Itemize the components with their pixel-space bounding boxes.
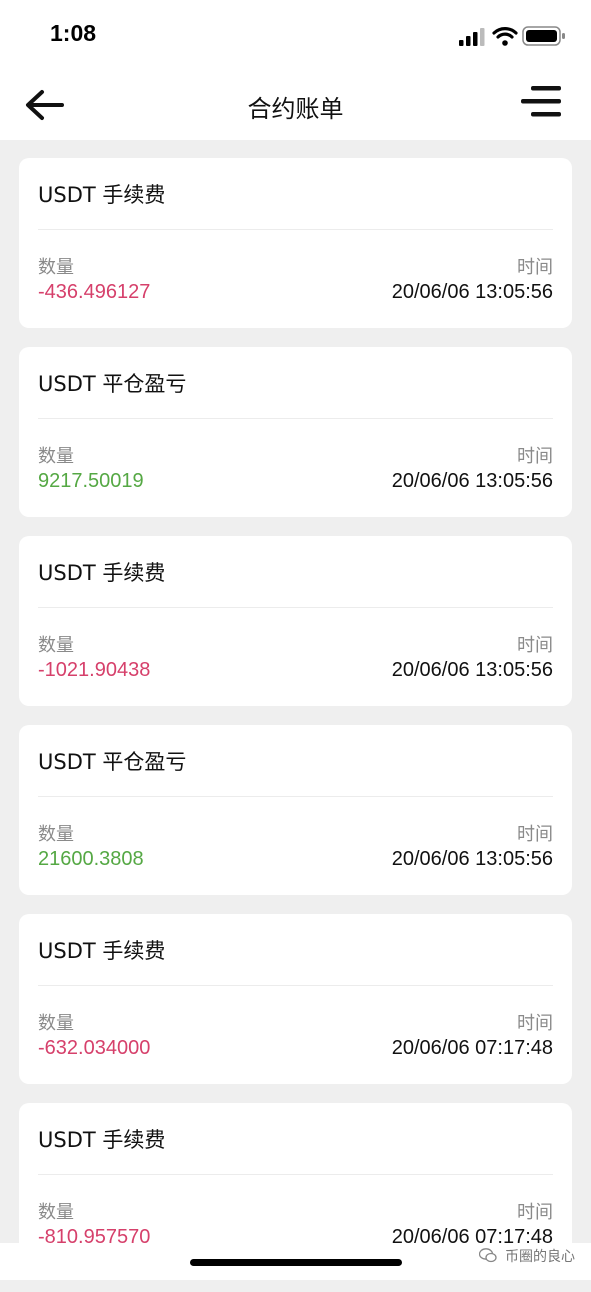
status-time: 1:08 (50, 20, 97, 46)
amount-label: 数量 (38, 824, 74, 845)
time-value: 20/06/06 13:05:56 (391, 848, 553, 870)
divider (38, 229, 553, 230)
bill-title: USDT 手续费 (38, 1128, 166, 1152)
bill-list: USDT 手续费 数量 时间 -436.496127 20/06/06 13:05:56… (19, 158, 572, 1292)
amount-value: -632.034000 (38, 1037, 151, 1059)
time-label: 时间 (517, 1013, 553, 1034)
battery-icon (522, 26, 565, 46)
divider (38, 796, 553, 797)
bill-card[interactable]: USDT 手续费 数量 时间 -1021.90438 20/06/06 13:05:56 (19, 536, 572, 706)
amount-value: -1021.90438 (38, 659, 151, 681)
amount-value: 9217.50019 (38, 470, 144, 492)
amount-label: 数量 (38, 1013, 74, 1034)
wechat-icon (478, 1247, 497, 1267)
bill-card[interactable]: USDT 手续费 数量 时间 -632.034000 20/06/06 07:17:48 (19, 914, 572, 1084)
amount-label: 数量 (38, 1202, 74, 1223)
divider (38, 1174, 553, 1175)
watermark: 币圈的良心 (478, 1246, 575, 1267)
amount-label: 数量 (38, 257, 74, 278)
wifi-icon (492, 27, 518, 46)
bill-title: USDT 手续费 (38, 561, 166, 585)
bill-title: USDT 平仓盈亏 (38, 372, 187, 396)
amount-label: 数量 (38, 635, 74, 656)
signal-icon (459, 28, 485, 46)
amount-label: 数量 (38, 446, 74, 467)
bill-title: USDT 手续费 (38, 183, 166, 207)
time-value: 20/06/06 13:05:56 (391, 281, 553, 303)
time-value: 20/06/06 13:05:56 (391, 659, 553, 681)
home-indicator[interactable] (190, 1259, 402, 1266)
menu-icon (521, 86, 561, 117)
status-icons (459, 24, 569, 50)
time-label: 时间 (517, 446, 553, 467)
time-label: 时间 (517, 1202, 553, 1223)
menu-button[interactable] (519, 80, 565, 126)
divider (38, 418, 553, 419)
time-label: 时间 (517, 824, 553, 845)
bill-card[interactable]: USDT 平仓盈亏 数量 时间 9217.50019 20/06/06 13:05:56 (19, 347, 572, 517)
bill-title: USDT 平仓盈亏 (38, 750, 187, 774)
home-bar: 币圈的良心 (0, 1243, 591, 1280)
status-bar: 1:08 (0, 0, 591, 70)
time-value: 20/06/06 07:17:48 (391, 1037, 553, 1059)
amount-value: 21600.3808 (38, 848, 144, 870)
divider (38, 985, 553, 986)
bill-card[interactable]: USDT 手续费 数量 时间 -436.496127 20/06/06 13:05:56 (19, 158, 572, 328)
amount-value: -436.496127 (38, 281, 151, 303)
time-value: 20/06/06 13:05:56 (391, 470, 553, 492)
page-title: 合约账单 (247, 95, 344, 123)
watermark-text: 币圈的良心 (505, 1249, 575, 1265)
bill-card[interactable]: USDT 平仓盈亏 数量 时间 21600.3808 20/06/06 13:05:56 (19, 725, 572, 895)
divider (38, 607, 553, 608)
nav-bar: 合约账单 (0, 70, 591, 140)
bill-title: USDT 手续费 (38, 939, 166, 963)
time-label: 时间 (517, 635, 553, 656)
time-label: 时间 (517, 257, 553, 278)
